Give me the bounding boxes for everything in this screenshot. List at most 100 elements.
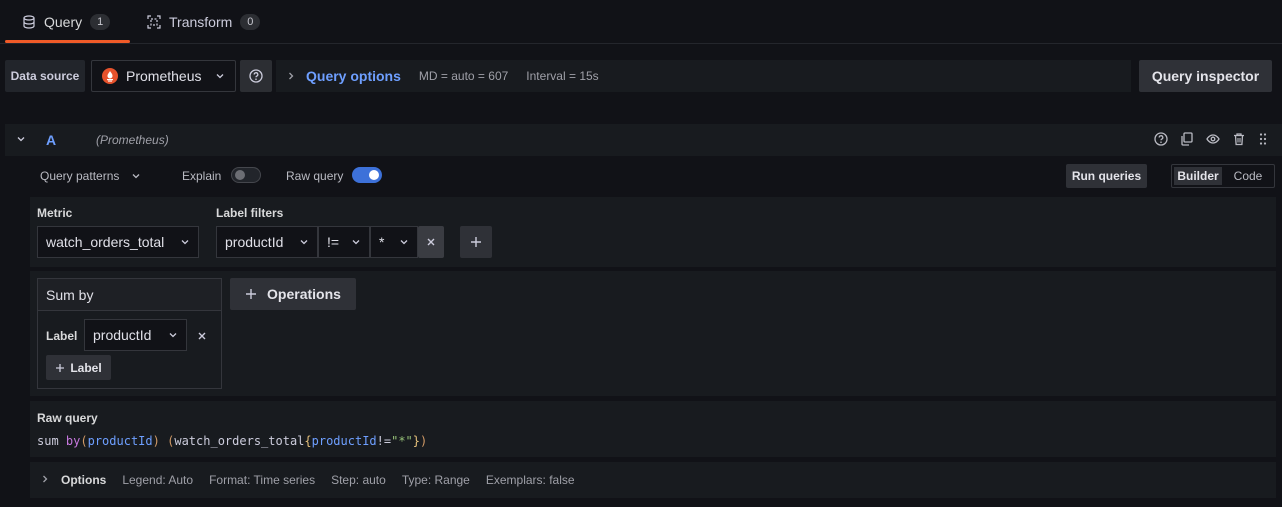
close-icon (197, 331, 207, 341)
chevron-right-icon (286, 71, 296, 81)
code-filter-key: productId (311, 434, 377, 448)
label-filters-label: Label filters (216, 206, 284, 220)
add-operation-text: Operations (267, 286, 341, 302)
chevron-down-icon (168, 330, 178, 340)
query-row-actions (1154, 132, 1268, 146)
transform-icon (147, 15, 161, 29)
code-brace: { (304, 434, 312, 448)
label-filter-operator-select[interactable]: != (318, 226, 370, 258)
tab-transform[interactable]: Transform 0 (147, 0, 261, 44)
options-step: Step: auto (331, 473, 386, 487)
query-options-title: Query options (306, 68, 401, 84)
datasource-name: Prometheus (126, 68, 202, 84)
plus-icon (55, 363, 65, 373)
raw-query-title: Raw query (37, 411, 98, 425)
editor-tabs: Query 1 Transform 0 (0, 0, 1282, 44)
tab-query-label: Query (44, 14, 83, 30)
options-summary: Options Legend: Auto Format: Time series… (61, 473, 575, 487)
remove-label-filter-button[interactable] (418, 226, 444, 258)
raw-query-toggle-knob (369, 170, 379, 180)
duplicate-icon[interactable] (1180, 132, 1194, 146)
query-ref-id[interactable]: A (46, 132, 56, 148)
code-brace: } (412, 434, 421, 448)
mode-code[interactable]: Code (1224, 167, 1272, 185)
raw-query-toggle[interactable] (352, 167, 382, 183)
chevron-down-icon (299, 237, 309, 247)
query-inspector-button[interactable]: Query inspector (1139, 60, 1272, 92)
datasource-picker[interactable]: Prometheus (91, 60, 236, 92)
operation-card-title[interactable]: Sum by (38, 279, 221, 311)
label-filter-value: * (379, 234, 385, 250)
query-patterns-dropdown[interactable]: Query patterns (40, 169, 141, 183)
raw-query-label: Raw query (286, 169, 344, 183)
options-format: Format: Time series (209, 473, 316, 487)
chevron-down-icon (215, 71, 225, 81)
mode-builder[interactable]: Builder (1174, 167, 1222, 185)
label-filter-key-select[interactable]: productId (216, 226, 318, 258)
question-circle-icon[interactable] (1154, 132, 1168, 146)
operation-param-label: Label (46, 329, 78, 343)
explain-toggle[interactable] (231, 167, 261, 183)
close-icon (426, 237, 436, 247)
drag-handle-icon[interactable] (1258, 132, 1268, 146)
chevron-down-icon (399, 237, 409, 247)
active-tab-indicator (5, 40, 130, 43)
options-type: Type: Range (401, 473, 470, 487)
operation-param-select[interactable]: productId (84, 319, 187, 351)
explain-toggle-knob (235, 170, 245, 180)
options-label[interactable]: Options (61, 473, 106, 487)
label-filter-value-select[interactable]: * (370, 226, 418, 258)
query-patterns-label: Query patterns (40, 169, 120, 183)
chevron-right-icon (40, 474, 50, 484)
raw-query-code: sum by(productId) (watch_orders_total{pr… (37, 434, 427, 448)
eye-icon[interactable] (1206, 132, 1220, 146)
tab-query[interactable]: Query 1 (22, 0, 111, 44)
chevron-down-icon (131, 171, 141, 181)
trash-icon[interactable] (1232, 132, 1246, 146)
datasource-help-button[interactable] (240, 60, 272, 92)
label-filter-key: productId (225, 234, 284, 250)
operation-param-value: productId (93, 327, 152, 343)
code-label: productId (87, 434, 153, 448)
metric-select[interactable]: watch_orders_total (37, 226, 199, 258)
chevron-down-icon (16, 134, 26, 144)
code-paren: ) (152, 434, 160, 448)
add-label-param-text: Label (70, 360, 102, 375)
chevron-down-icon (180, 237, 190, 247)
tab-transform-label: Transform (169, 14, 233, 30)
remove-param-button[interactable] (197, 331, 207, 341)
code-metric: watch_orders_total (174, 434, 305, 448)
metric-label: Metric (37, 206, 73, 220)
label-filter-operator: != (327, 234, 340, 250)
query-datasource-hint: (Prometheus) (96, 133, 169, 147)
tab-query-count: 1 (90, 14, 111, 30)
plus-icon (470, 236, 482, 248)
options-legend: Legend: Auto (122, 473, 194, 487)
run-queries-button[interactable]: Run queries (1066, 164, 1147, 188)
code-by: by (58, 434, 81, 448)
datasource-label: Data source (5, 60, 85, 92)
code-operator: != (376, 434, 392, 448)
add-operation-button[interactable]: Operations (230, 278, 356, 310)
max-data-points: MD = auto = 607 (418, 69, 509, 83)
metric-value: watch_orders_total (46, 234, 165, 250)
add-label-param-button[interactable]: Label (46, 355, 111, 380)
explain-label: Explain (182, 169, 222, 183)
database-icon (22, 15, 36, 29)
editor-mode-switch: Builder Code (1171, 164, 1275, 188)
prometheus-icon (102, 68, 118, 84)
code-paren: ( (80, 434, 88, 448)
plus-icon (245, 288, 257, 300)
tab-transform-count: 0 (240, 14, 261, 30)
add-label-filter-button[interactable] (460, 226, 492, 258)
code-paren: ) (420, 434, 428, 448)
code-fn: sum (37, 434, 59, 448)
raw-query-panel (30, 401, 1276, 457)
question-circle-icon (249, 69, 263, 83)
interval: Interval = 15s (526, 69, 599, 83)
query-row-header (5, 124, 1282, 156)
options-exemplars: Exemplars: false (485, 473, 575, 487)
chevron-down-icon (351, 237, 361, 247)
collapse-query-button[interactable] (16, 134, 26, 144)
query-options-bar[interactable]: Query options MD = auto = 607 Interval =… (276, 60, 1131, 92)
